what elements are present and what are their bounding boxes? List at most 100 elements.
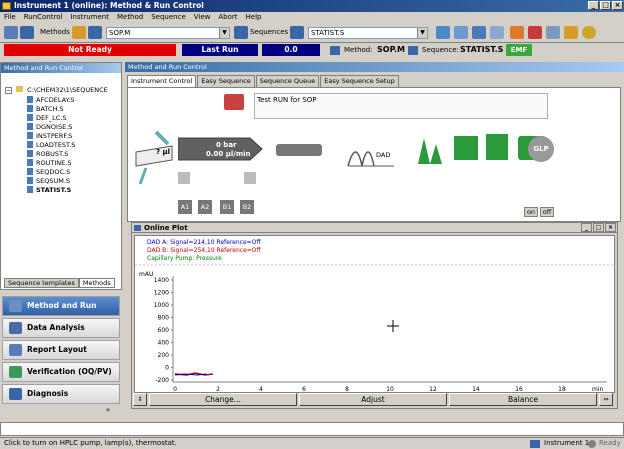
last-run-label: Last Run [182, 44, 258, 56]
tree-item[interactable]: ROUTINE.S [27, 159, 71, 168]
menu-help[interactable]: Help [242, 12, 266, 23]
column-icon[interactable] [276, 144, 322, 156]
status-message: Click to turn on HPLC pump, lamp(s), the… [4, 439, 177, 447]
tree-root[interactable]: − C:\CHEM32\1\SEQUENCE [5, 86, 108, 94]
bottle-b2[interactable]: B2 [240, 200, 254, 214]
scroll-arrows-icon[interactable]: ⇕ [133, 393, 147, 406]
menu-sequence[interactable]: Sequence [147, 12, 190, 23]
sequence-icon[interactable] [234, 26, 248, 39]
chevron-down-icon[interactable]: ▼ [219, 28, 229, 38]
peaks-icon[interactable] [416, 134, 446, 166]
method-book-icon[interactable] [224, 94, 244, 110]
pump-icon[interactable] [178, 136, 264, 162]
tab-easy-sequence[interactable]: Easy Sequence [197, 75, 255, 87]
glp-icon[interactable]: GLP [528, 136, 554, 162]
maximize-button[interactable]: □ [600, 1, 611, 10]
tree-item-selected[interactable]: STATIST.S [27, 186, 71, 195]
plot-titlebar: Online Plot _ □ × [132, 223, 617, 233]
maximize-button[interactable]: □ [593, 223, 604, 232]
layout-icon[interactable] [472, 26, 486, 39]
change-button[interactable]: Change... [149, 393, 297, 406]
off-button[interactable]: off [540, 207, 554, 217]
bottle-b1[interactable]: B1 [220, 200, 234, 214]
nav-report-layout[interactable]: Report Layout [2, 340, 120, 360]
close-button[interactable]: × [605, 223, 616, 232]
nav-verification[interactable]: Verification (OQ/PV) [2, 362, 120, 382]
file-icon [27, 150, 33, 157]
tab-sequence-templates[interactable]: Sequence templates [4, 278, 79, 288]
on-button[interactable]: on [524, 207, 538, 217]
file-icon [27, 177, 33, 184]
valve-icon[interactable] [244, 172, 256, 184]
command-line-input[interactable] [0, 422, 624, 436]
save-sequence-icon[interactable] [290, 26, 304, 39]
book-icon[interactable] [510, 26, 524, 39]
adjust-button[interactable]: Adjust [299, 393, 447, 406]
save-method-icon[interactable] [88, 26, 102, 39]
balance-button[interactable]: Balance [449, 393, 597, 406]
y-tick-label: 600 [158, 327, 170, 334]
dad-detector-icon[interactable] [346, 136, 400, 172]
autosampler-icon[interactable] [132, 128, 178, 186]
minimize-button[interactable]: _ [581, 223, 592, 232]
tree-item[interactable]: ROBUST.S [27, 150, 68, 159]
ready-status: Not Ready [4, 44, 176, 56]
nav-data-analysis[interactable]: Data Analysis [2, 318, 120, 338]
tab-sequence-queue[interactable]: Sequence Queue [255, 75, 320, 87]
single-run-icon[interactable] [436, 26, 450, 39]
status-ready: Ready [599, 439, 621, 447]
open-method-icon[interactable] [72, 26, 86, 39]
report-layout-icon [9, 344, 22, 356]
tree-item[interactable]: LOADTEST.S [27, 141, 75, 150]
chevron-down-icon[interactable]: » [106, 406, 110, 414]
file-icon [27, 159, 33, 166]
minimize-button[interactable]: _ [588, 1, 599, 10]
menu-abort[interactable]: Abort [214, 12, 241, 23]
bottle-a1[interactable]: A1 [178, 200, 192, 214]
chevron-down-icon[interactable]: ▼ [417, 28, 427, 38]
balance-icon[interactable] [454, 136, 478, 160]
tree-item[interactable]: BATCH.S [27, 105, 64, 114]
report-green-icon[interactable] [486, 134, 508, 160]
y-unit: mAU [139, 271, 153, 278]
tree-item[interactable]: DGNOISE.S [27, 123, 72, 132]
menu-instrument[interactable]: Instrument [66, 12, 113, 23]
print-icon[interactable] [546, 26, 560, 39]
online-plot-window: Online Plot _ □ × DAD A: Signal=214,10 R… [131, 222, 618, 409]
tree-item[interactable]: AFCDELAY.S [27, 96, 74, 105]
close-button[interactable]: × [612, 1, 623, 10]
report-icon[interactable] [528, 26, 542, 39]
menu-method[interactable]: Method [113, 12, 147, 23]
tree-item-label: SEQSUM.S [36, 177, 71, 185]
split-arrows-icon[interactable]: ⇔ [599, 393, 613, 406]
valve-icon[interactable] [178, 172, 190, 184]
nav-method-run-control[interactable]: Method and Run Control [2, 296, 120, 328]
tree-item[interactable]: DEF_LC.S [27, 114, 66, 123]
tab-easy-sequence-setup[interactable]: Easy Sequence Setup [320, 75, 399, 87]
menu-view[interactable]: View [190, 12, 215, 23]
y-tick-label: 1000 [154, 302, 169, 309]
tree-item[interactable]: SEQSUM.S [27, 177, 70, 186]
emf-badge[interactable]: EMF [506, 44, 532, 56]
menu-runcontrol[interactable]: RunControl [20, 12, 67, 23]
method-combo[interactable]: SOP.M ▼ [106, 27, 230, 39]
tab-methods[interactable]: Methods [78, 278, 115, 288]
file-icon [27, 186, 33, 193]
y-tick-label: 0 [165, 365, 169, 372]
menu-file[interactable]: File [0, 12, 20, 23]
nav-diagnosis[interactable]: Diagnosis [2, 384, 120, 404]
tree-item[interactable]: SEQDOC.S [27, 168, 70, 177]
edit-icon[interactable] [564, 26, 578, 39]
tab-instrument-control[interactable]: Instrument Control [127, 75, 197, 87]
help-icon[interactable] [582, 26, 596, 39]
method-note-text: Test RUN for SOP [257, 96, 317, 104]
save-icon[interactable] [20, 26, 34, 39]
pump-flow: 0.00 µl/min [206, 150, 251, 158]
bottle-a2[interactable]: A2 [198, 200, 212, 214]
sequence-combo[interactable]: STATIST.S ▼ [308, 27, 428, 39]
collapse-icon[interactable]: − [5, 87, 12, 94]
tile-icon[interactable] [490, 26, 504, 39]
instrument-icon[interactable] [4, 26, 18, 39]
tree-item[interactable]: INSTPERF.S [27, 132, 72, 141]
sequence-run-icon[interactable] [454, 26, 468, 39]
